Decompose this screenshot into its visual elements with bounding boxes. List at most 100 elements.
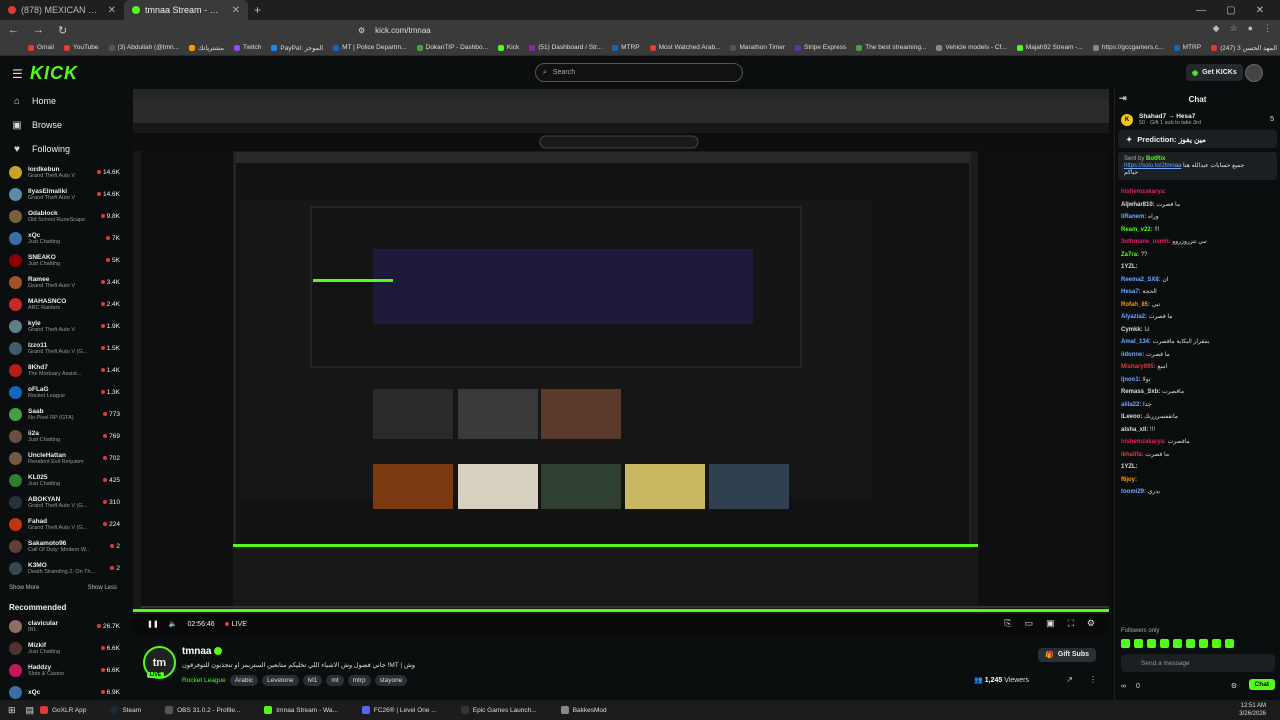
bookmark-item[interactable]: DokanTIP - Dashbo...: [416, 44, 488, 51]
share-icon[interactable]: ↗: [1066, 675, 1073, 684]
chat-username[interactable]: ljnoo1:: [1121, 377, 1141, 383]
forward-icon[interactable]: →: [33, 24, 44, 36]
chat-username[interactable]: alila22:: [1121, 402, 1141, 408]
chat-username[interactable]: Reema2_SX8:: [1121, 277, 1161, 283]
stream-tag[interactable]: mt: [326, 675, 344, 686]
bookmark-item[interactable]: Marathon Timer: [730, 44, 785, 51]
maximize-icon[interactable]: ▢: [1226, 5, 1235, 16]
emote-icon[interactable]: [1199, 639, 1208, 648]
playback-progress[interactable]: [133, 609, 1109, 612]
tab-close-icon[interactable]: ✕: [108, 5, 116, 16]
bookmark-item[interactable]: Most Watched Arab...: [649, 44, 720, 51]
sidebar-channel[interactable]: ABOKYAN Grand Theft Auto V (G... 310: [0, 491, 126, 513]
emote-icon[interactable]: [1160, 639, 1169, 648]
menu-dots-icon[interactable]: ⋮: [1263, 23, 1272, 34]
bookmark-item[interactable]: Stripe Express: [795, 44, 846, 51]
collapse-chat-icon[interactable]: ⇥: [1119, 93, 1127, 104]
coin-count-icon[interactable]: ∞: [1121, 683, 1126, 690]
hamburger-menu-icon[interactable]: ☰: [12, 67, 23, 81]
sidebar-channel[interactable]: Mizkif Just Chatting 6.6K: [0, 637, 126, 659]
settings-icon[interactable]: ⚙: [1087, 618, 1095, 629]
more-options-icon[interactable]: ⋮: [1089, 675, 1097, 684]
sidebar-channel[interactable]: K3MO Death Stranding 2: On Th... 2: [0, 557, 126, 579]
sidebar-channel[interactable]: clavicular IRL 26.7K: [0, 615, 126, 637]
bookmark-item[interactable]: MT | Police Departm...: [333, 44, 407, 51]
stream-tag[interactable]: Arabic: [229, 675, 259, 686]
sidebar-channel[interactable]: oFLaG Rocket League 1.3K: [0, 381, 126, 403]
chat-send-button[interactable]: Chat: [1248, 679, 1275, 690]
stream-tag[interactable]: lvl1: [302, 675, 323, 686]
chat-username[interactable]: Aljwhar810:: [1121, 202, 1155, 208]
system-clock[interactable]: 12:51 AM 3/26/2026: [1239, 702, 1280, 718]
profile-icon[interactable]: ●: [1248, 23, 1253, 34]
volume-icon[interactable]: 🔈: [169, 620, 178, 628]
bookmark-item[interactable]: Twitch: [233, 44, 261, 51]
sidebar-channel[interactable]: Ramee Grand Theft Auto V 3.4K: [0, 271, 126, 293]
chat-username[interactable]: 1YZL:: [1121, 264, 1138, 270]
sidebar-channel[interactable]: 8Khd7 The Mortuary Assist... 1.4K: [0, 359, 126, 381]
browser-tab[interactable]: tmnaa Stream - Watch Live on K ✕: [124, 0, 248, 20]
chat-username[interactable]: 3othmane_usmh:: [1121, 239, 1171, 245]
sidebar-channel[interactable]: xQc Just Chatting 7K: [0, 227, 126, 249]
sidebar-channel[interactable]: SNEAKO Just Chatting 5K: [0, 249, 126, 271]
bookmark-item[interactable]: https://gccgamers.c...: [1092, 44, 1164, 51]
taskbar-app[interactable]: GoXLR App: [28, 700, 98, 720]
new-tab-button[interactable]: +: [248, 3, 267, 17]
sidebar-channel[interactable]: MAHASNCO ARC Raiders 2.4K: [0, 293, 126, 315]
sidebar-channel[interactable]: Saab No Pixel RP (GTA) 773: [0, 403, 126, 425]
chat-username[interactable]: IiRanem:: [1121, 214, 1146, 220]
chat-username[interactable]: Hesa7:: [1121, 289, 1141, 295]
show-more-button[interactable]: Show More: [9, 585, 39, 591]
emote-icon[interactable]: [1121, 639, 1130, 648]
chat-username[interactable]: Alyazia2:: [1121, 314, 1147, 320]
chat-username[interactable]: 1YZL:: [1121, 464, 1138, 470]
chat-username[interactable]: alsha_xll:: [1121, 427, 1148, 433]
browser-tab[interactable]: (878) MEXICAN OLDSCHOOL RAP! 1 ✕: [0, 0, 124, 20]
bookmark-item[interactable]: المهد الحسن 3 (247): [1211, 44, 1277, 52]
emote-icon[interactable]: [1147, 639, 1156, 648]
video-player[interactable]: [133, 89, 1109, 634]
stream-tag[interactable]: stayone: [374, 675, 408, 686]
sidebar-channel[interactable]: kyle Grand Theft Auto V 1.9K: [0, 315, 126, 337]
search-input[interactable]: ⌕ Search: [535, 63, 743, 82]
emote-icon[interactable]: [1134, 639, 1143, 648]
bookmark-item[interactable]: (51) Dashboard / Str...: [529, 44, 602, 51]
taskbar-app[interactable]: Steam: [98, 700, 153, 720]
chat-username[interactable]: ikhalifa:: [1121, 452, 1144, 458]
bookmark-item[interactable]: Kick: [497, 44, 519, 51]
theater-icon[interactable]: ▭: [1025, 618, 1034, 629]
sidebar-channel[interactable]: Sakamoto96 Call Of Duty: Modern W... 2: [0, 535, 126, 557]
extension-icon[interactable]: ◆: [1213, 23, 1220, 34]
stream-tag[interactable]: mtrp: [347, 675, 371, 686]
chat-username[interactable]: lLeeoo:: [1121, 414, 1142, 420]
chat-username[interactable]: f6joy:: [1121, 477, 1137, 483]
back-icon[interactable]: ←: [8, 24, 19, 36]
chat-username[interactable]: toomi29:: [1121, 489, 1146, 495]
address-field[interactable]: ⚙ kick.com/tmnaa: [350, 22, 1020, 38]
chat-username[interactable]: Remass_Sxb:: [1121, 389, 1160, 395]
site-info-icon[interactable]: ⚙: [358, 26, 365, 35]
sidebar-nav-following[interactable]: ♥ Following: [0, 137, 126, 161]
sidebar-channel[interactable]: IlyasElmaliki Grand Theft Auto V 14.6K: [0, 183, 126, 205]
bookmark-item[interactable]: The best streaming...: [856, 44, 926, 51]
chat-username[interactable]: hishemzakarya:: [1121, 439, 1166, 445]
emote-icon[interactable]: [1225, 639, 1234, 648]
bookmark-item[interactable]: Majah92 Stream -...: [1016, 44, 1083, 51]
bookmark-item[interactable]: PayPal: الموجز: [271, 44, 323, 52]
bookmark-star-icon[interactable]: ☆: [1229, 23, 1237, 34]
taskbar-app[interactable]: BakkesMod: [549, 700, 619, 720]
stream-category[interactable]: Rocket League: [182, 677, 226, 684]
emote-icon[interactable]: [1186, 639, 1195, 648]
taskbar-app[interactable]: Epic Games Launch...: [449, 700, 549, 720]
sidebar-channel[interactable]: lzzo11 Grand Theft Auto V (G... 1.5K: [0, 337, 126, 359]
chat-username[interactable]: Mishary995:: [1121, 364, 1156, 370]
bookmark-item[interactable]: MTRP: [1173, 44, 1201, 51]
show-less-button[interactable]: Show Less: [88, 585, 117, 591]
sidebar-channel[interactable]: lordkebun Grand Theft Auto V 14.6K: [0, 161, 126, 183]
pause-icon[interactable]: ❚❚: [147, 620, 159, 628]
sidebar-channel[interactable]: xQc 6.9K: [0, 681, 126, 700]
get-kicks-button[interactable]: ◉ Get KICKs: [1186, 64, 1243, 81]
pip-icon[interactable]: ▣: [1046, 618, 1055, 629]
sidebar-nav-browse[interactable]: ▣ Browse: [0, 113, 126, 137]
sidebar-channel[interactable]: Odablock Old School RuneScape 9.8K: [0, 205, 126, 227]
